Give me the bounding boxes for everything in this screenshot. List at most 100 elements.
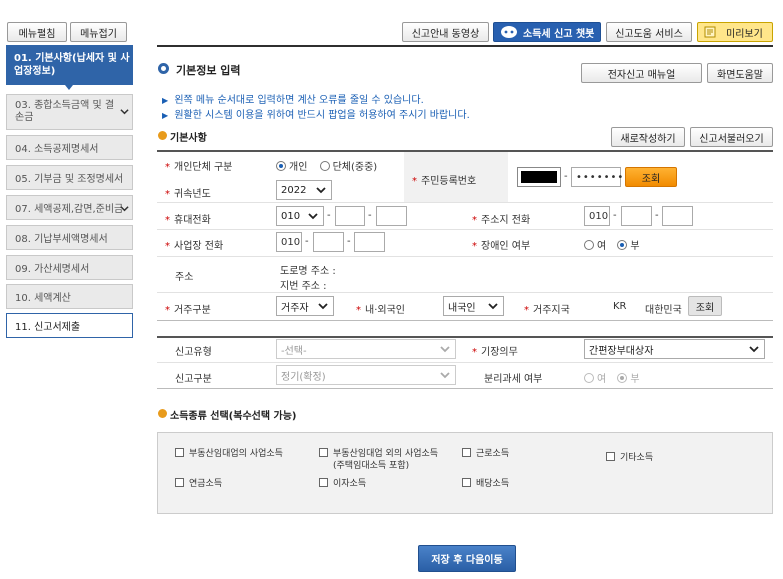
address-phone-last-input[interactable] bbox=[662, 206, 693, 226]
save-next-button[interactable]: 저장 후 다음이동 bbox=[418, 545, 516, 572]
table-bottom-border bbox=[157, 388, 773, 389]
sidebar-item-submit[interactable]: 11. 신고서제출 bbox=[6, 313, 133, 338]
sidebar-item-donation[interactable]: 05. 기부금 및 조정명세서 bbox=[6, 165, 133, 190]
screen-help-button[interactable]: 화면도움말 bbox=[707, 63, 773, 83]
dash: - bbox=[327, 210, 331, 221]
address-phone-mid-input[interactable] bbox=[621, 206, 652, 226]
year-select[interactable]: 2022 bbox=[276, 180, 332, 200]
region-code: KR bbox=[613, 301, 627, 312]
bookkeeping-label: * 기장의무 bbox=[472, 347, 518, 358]
sidebar-item-label: 01. 기본사항(납세자 및 사업장정보) bbox=[14, 53, 130, 77]
chatbot-button[interactable]: 소득세 신고 챗봇 bbox=[493, 22, 601, 42]
guide-video-button[interactable]: 신고안내 동영상 bbox=[402, 22, 489, 42]
income-option-earned[interactable]: 근로소득 bbox=[462, 448, 509, 460]
chevron-down-icon bbox=[308, 213, 318, 220]
new-form-button[interactable]: 새로작성하기 bbox=[611, 127, 685, 147]
mobile-prefix-select[interactable]: 010 bbox=[276, 206, 324, 226]
menu-collapse-button[interactable]: 메뉴접기 bbox=[70, 22, 127, 42]
checkbox[interactable] bbox=[462, 448, 471, 457]
sidebar-item-tax-credit[interactable]: 07. 세액공제,감면,준비금 bbox=[6, 195, 133, 220]
report-type-label: 신고유형 bbox=[175, 347, 212, 358]
residence-select[interactable]: 거주자 bbox=[276, 296, 334, 316]
checkbox[interactable] bbox=[462, 478, 471, 487]
mobile-label: * 휴대전화 bbox=[165, 215, 211, 226]
sidebar-item-label: 05. 기부금 및 조정명세서 bbox=[15, 174, 124, 185]
radio-group[interactable] bbox=[319, 161, 330, 171]
rrn-front-input[interactable] bbox=[517, 167, 561, 187]
income-option-business[interactable]: 부동산임대업 외의 사업소득 bbox=[319, 448, 438, 460]
sidebar-item-label: 03. 종합소득금액 및 결손금 bbox=[15, 100, 115, 123]
load-form-button[interactable]: 신고서불러오기 bbox=[690, 127, 773, 147]
region-name: 대한민국 bbox=[645, 305, 682, 316]
sidebar-item-penalty-tax[interactable]: 09. 가산세명세서 bbox=[6, 255, 133, 280]
income-option-interest[interactable]: 이자소득 bbox=[319, 478, 366, 490]
checkbox[interactable] bbox=[175, 448, 184, 457]
income-option-business-note: (주택임대소득 포함) bbox=[333, 461, 410, 471]
nationality-label: * 내·외국인 bbox=[356, 305, 405, 316]
sidebar-item-income[interactable]: 03. 종합소득금액 및 결손금 bbox=[6, 94, 133, 130]
radio-disabled-no[interactable] bbox=[617, 240, 628, 250]
header-divider bbox=[157, 45, 773, 47]
sidebar-item-prepaid-tax[interactable]: 08. 기납부세액명세서 bbox=[6, 225, 133, 250]
chevron-down-icon bbox=[749, 346, 759, 353]
checkbox[interactable] bbox=[175, 478, 184, 487]
nationality-select[interactable]: 내국인 bbox=[443, 296, 504, 316]
checkbox[interactable] bbox=[319, 448, 328, 457]
rrn-label: * 주민등록번호 bbox=[412, 176, 477, 187]
preview-button[interactable]: 미리보기 bbox=[697, 22, 773, 42]
menu-expand-button[interactable]: 메뉴펼침 bbox=[7, 22, 67, 42]
checkbox[interactable] bbox=[319, 478, 328, 487]
entity-type-radio-group: 개인 단체(중중) bbox=[276, 158, 377, 173]
income-option-pension[interactable]: 연금소득 bbox=[175, 478, 222, 490]
section-bullet-icon bbox=[158, 409, 167, 418]
chatbot-label: 소득세 신고 챗봇 bbox=[523, 28, 595, 40]
lot-address-text: 지번 주소 : bbox=[280, 281, 327, 292]
chevron-down-icon bbox=[440, 372, 450, 379]
income-option-real-estate[interactable]: 부동산임대업의 사업소득 bbox=[175, 448, 283, 460]
help-service-button[interactable]: 신고도움 서비스 bbox=[606, 22, 692, 42]
dash: - bbox=[368, 210, 372, 221]
sidebar-item-basic-info[interactable]: 01. 기본사항(납세자 및 사업장정보) bbox=[6, 45, 133, 85]
biz-phone-mid-input[interactable] bbox=[313, 232, 344, 252]
address-phone-prefix[interactable]: 010 bbox=[584, 206, 610, 226]
radio-disabled-yes[interactable] bbox=[584, 240, 594, 250]
sidebar-item-label: 08. 기납부세액명세서 bbox=[15, 234, 108, 245]
mobile-mid-input[interactable] bbox=[335, 206, 365, 226]
rrn-back-input[interactable]: ••••••• bbox=[571, 167, 623, 187]
rrn-lookup-button[interactable]: 조회 bbox=[625, 167, 677, 187]
row-divider bbox=[157, 256, 773, 257]
chevron-down-icon bbox=[440, 346, 450, 353]
radio-personal[interactable] bbox=[276, 161, 286, 171]
radio-separate-no[interactable] bbox=[617, 373, 628, 383]
radio-separate-yes[interactable] bbox=[584, 373, 594, 383]
report-type-select[interactable]: -선택- bbox=[276, 339, 456, 359]
mobile-last-input[interactable] bbox=[376, 206, 407, 226]
sidebar-item-label: 09. 가산세명세서 bbox=[15, 264, 90, 275]
row-divider bbox=[157, 292, 773, 293]
preview-label: 미리보기 bbox=[726, 28, 763, 40]
arrow-right-icon: ▶ bbox=[162, 96, 169, 105]
report-class-select[interactable]: 정기(확정) bbox=[276, 365, 456, 385]
document-icon bbox=[704, 26, 716, 38]
sidebar-item-label: 10. 세액계산 bbox=[15, 293, 71, 304]
biz-phone-prefix[interactable]: 010 bbox=[276, 232, 302, 252]
e-filing-manual-button[interactable]: 전자신고 매뉴얼 bbox=[581, 63, 702, 83]
sidebar-item-label: 04. 소득공제명세서 bbox=[15, 144, 99, 155]
income-section-title: 소득종류 선택(복수선택 가능) bbox=[170, 411, 297, 422]
region-lookup-button[interactable]: 조회 bbox=[688, 296, 722, 316]
chevron-down-icon bbox=[120, 206, 129, 212]
biz-phone-last-input[interactable] bbox=[354, 232, 385, 252]
chevron-down-icon bbox=[488, 303, 498, 310]
separate-tax-label: 분리과세 여부 bbox=[484, 374, 543, 385]
checkbox[interactable] bbox=[606, 452, 615, 461]
bookkeeping-select[interactable]: 간편장부대상자 bbox=[584, 339, 765, 359]
income-option-other[interactable]: 기타소득 bbox=[606, 452, 653, 464]
chevron-down-icon bbox=[120, 109, 129, 115]
road-address-text: 도로명 주소 : bbox=[280, 266, 336, 277]
notice-line-1: ▶ 왼쪽 메뉴 순서대로 입력하면 계산 오류를 줄일 수 있습니다. bbox=[162, 95, 424, 106]
sidebar-item-deduction[interactable]: 04. 소득공제명세서 bbox=[6, 135, 133, 160]
dash: - bbox=[613, 210, 617, 221]
address-label: 주소 bbox=[175, 272, 194, 283]
sidebar-item-tax-calc[interactable]: 10. 세액계산 bbox=[6, 284, 133, 309]
income-option-dividend[interactable]: 배당소득 bbox=[462, 478, 509, 490]
